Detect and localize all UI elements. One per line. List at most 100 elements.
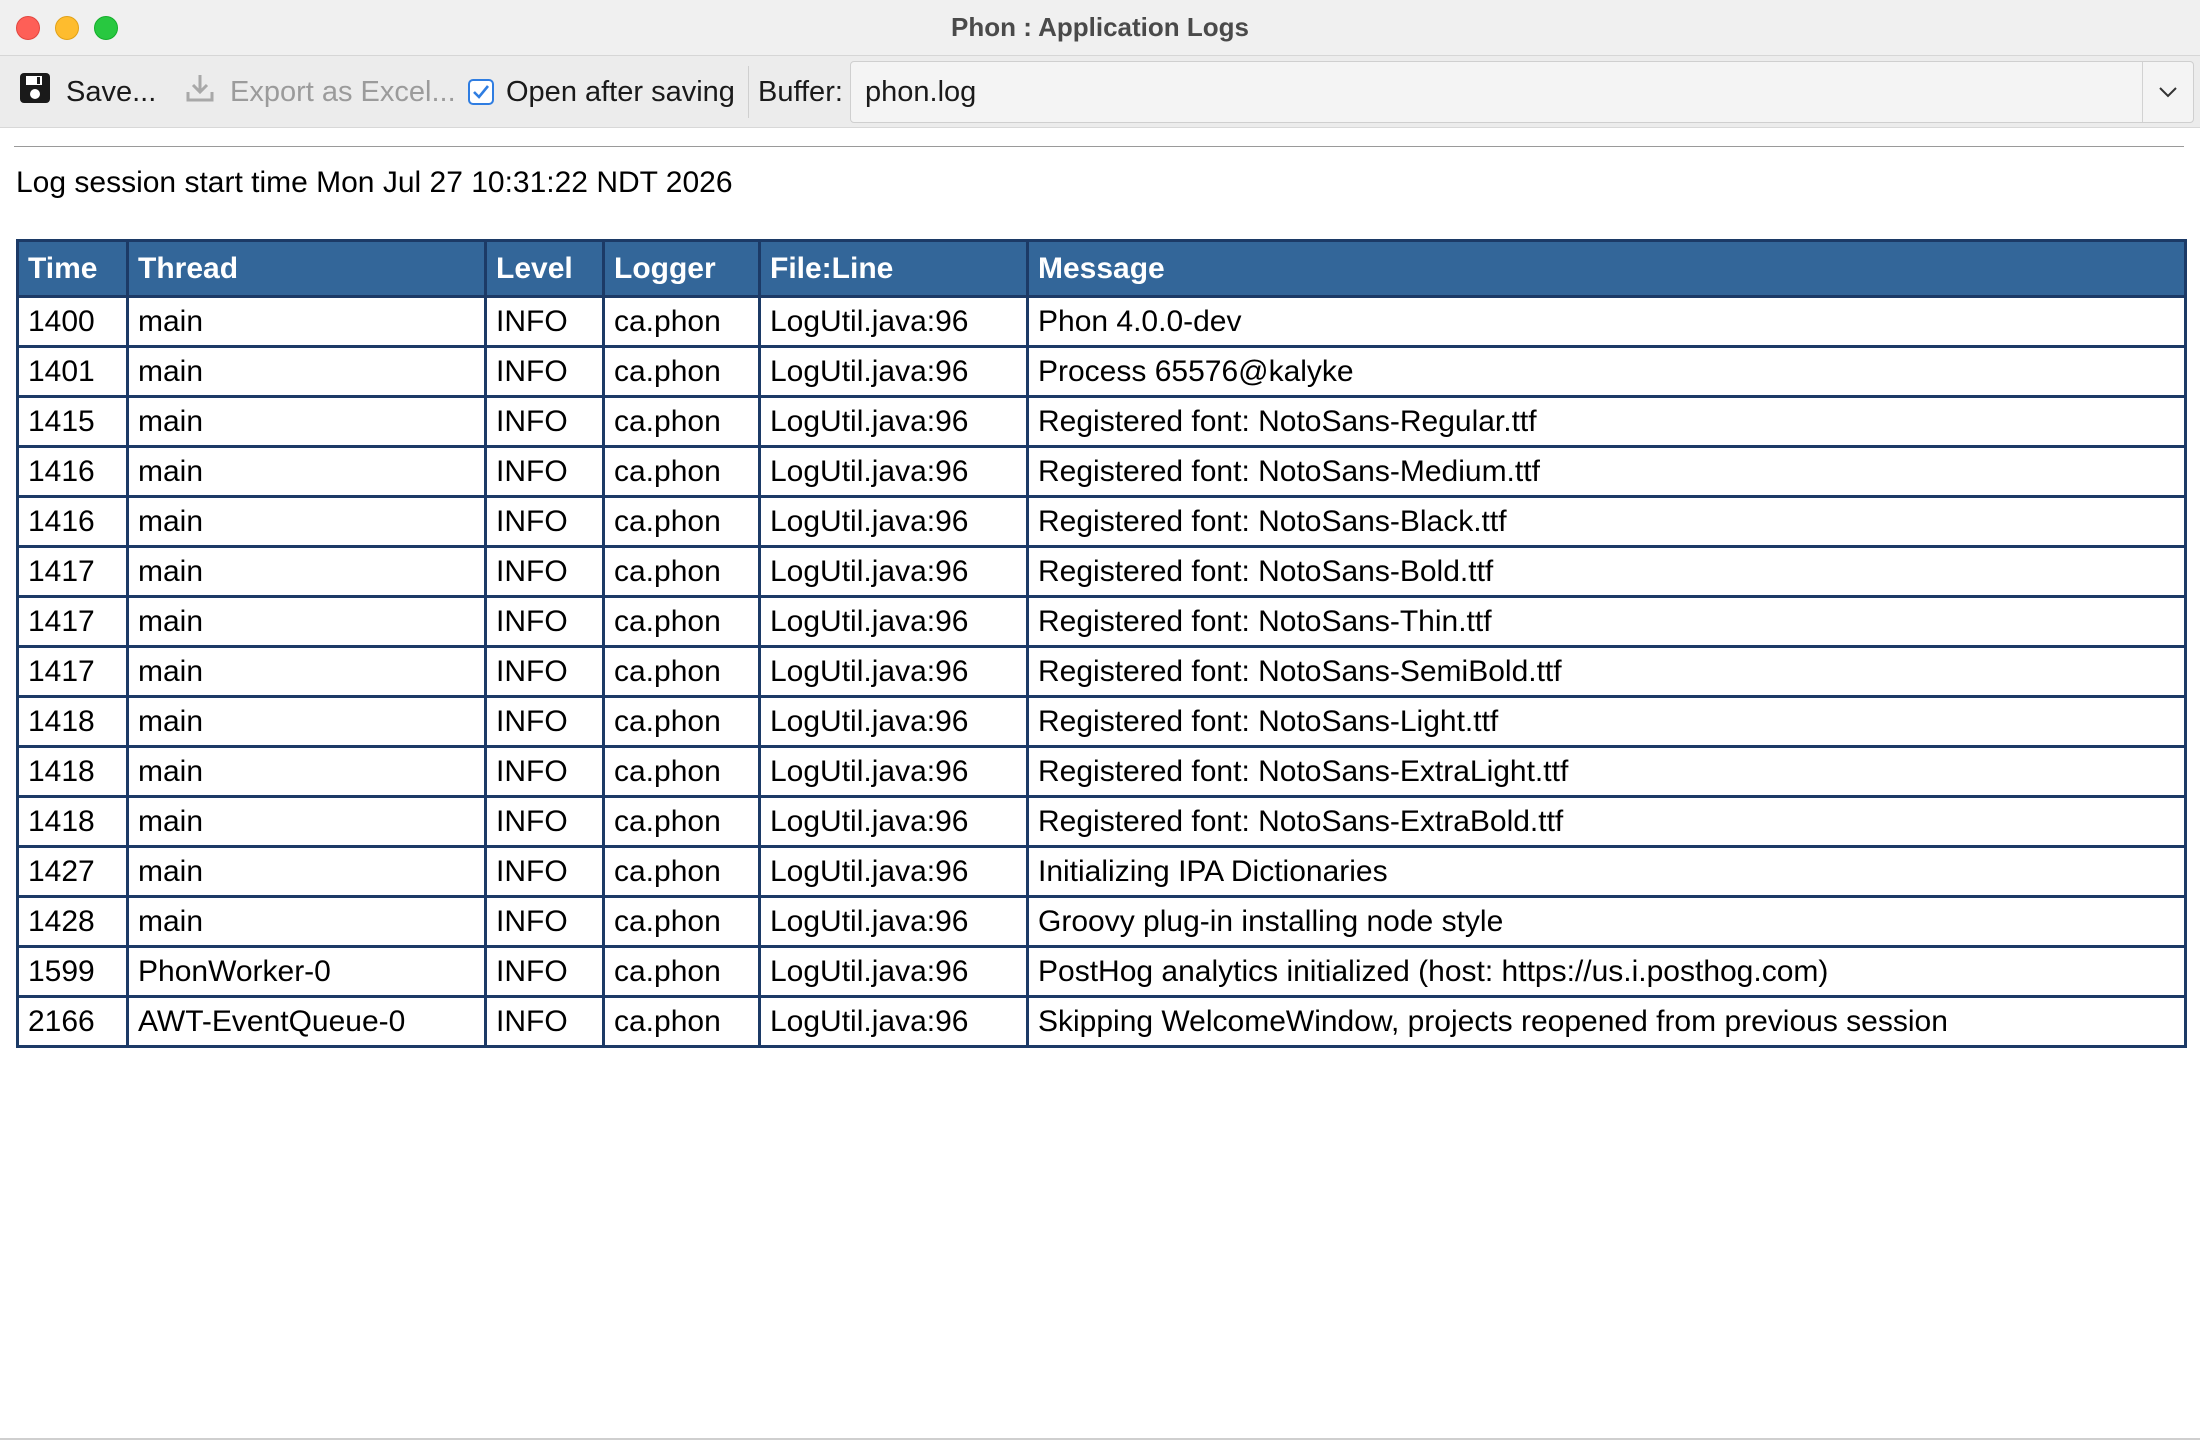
log-cell-time: 1599	[16, 945, 129, 998]
log-table-body: 1400 main INFO ca.phon LogUtil.java:96 Phon 4…	[16, 295, 2187, 1048]
log-cell-file-line: LogUtil.java:96	[758, 995, 1029, 1048]
toolbar-separator	[748, 66, 749, 118]
log-cell-message: PostHog analytics initialized (host: htt…	[1026, 945, 2187, 998]
log-cell-time: 2166	[16, 995, 129, 1048]
log-cell-logger: ca.phon	[602, 945, 761, 998]
buffer-select[interactable]: phon.log	[850, 61, 2194, 123]
window-title: Phon : Application Logs	[950, 12, 1249, 42]
log-cell-thread: main	[126, 645, 487, 698]
log-cell-thread: main	[126, 545, 487, 598]
log-cell-level: INFO	[484, 545, 605, 598]
log-cell-file-line: LogUtil.java:96	[758, 795, 1029, 848]
log-cell-thread: main	[126, 595, 487, 648]
log-cell-message: Registered font: NotoSans-Medium.ttf	[1026, 445, 2187, 498]
open-after-saving-label: Open after saving	[506, 75, 735, 108]
log-cell-time: 1400	[16, 295, 129, 348]
log-cell-level: INFO	[484, 995, 605, 1048]
log-cell-level: INFO	[484, 645, 605, 698]
log-cell-logger: ca.phon	[602, 595, 761, 648]
log-cell-level: INFO	[484, 495, 605, 548]
column-header-thread: Thread	[126, 239, 487, 298]
log-row[interactable]: 2166 AWT-EventQueue-0 INFO ca.phon LogUtil.j…	[16, 995, 2187, 1048]
column-header-logger: Logger	[602, 239, 761, 298]
log-cell-message: Phon 4.0.0-dev	[1026, 295, 2187, 348]
log-cell-level: INFO	[484, 595, 605, 648]
log-cell-thread: main	[126, 845, 487, 898]
log-cell-file-line: LogUtil.java:96	[758, 545, 1029, 598]
save-button-label: Save...	[66, 75, 157, 108]
open-after-saving-toggle[interactable]: Open after saving	[468, 56, 735, 128]
log-cell-logger: ca.phon	[602, 395, 761, 448]
log-row[interactable]: 1427 main INFO ca.phon LogUtil.java:96 Initia…	[16, 845, 2187, 898]
log-cell-time: 1416	[16, 445, 129, 498]
log-cell-file-line: LogUtil.java:96	[758, 395, 1029, 448]
log-cell-time: 1428	[16, 895, 129, 948]
log-cell-thread: main	[126, 745, 487, 798]
log-content: Log session start time Mon Jul 27 10:31:…	[0, 128, 2200, 1440]
log-cell-level: INFO	[484, 295, 605, 348]
log-cell-file-line: LogUtil.java:96	[758, 595, 1029, 648]
log-cell-time: 1417	[16, 595, 129, 648]
buffer-select-arrow[interactable]	[2142, 62, 2193, 122]
log-cell-file-line: LogUtil.java:96	[758, 895, 1029, 948]
buffer-select-value: phon.log	[865, 75, 977, 108]
log-row[interactable]: 1418 main INFO ca.phon LogUtil.java:96 Regist…	[16, 695, 2187, 748]
log-cell-message: Process 65576@kalyke	[1026, 345, 2187, 398]
log-cell-message: Groovy plug-in installing node style	[1026, 895, 2187, 948]
log-cell-logger: ca.phon	[602, 995, 761, 1048]
column-header-time: Time	[16, 239, 129, 298]
log-cell-message: Registered font: NotoSans-Thin.ttf	[1026, 595, 2187, 648]
app-window: Phon : Application Logs Save... Export a…	[0, 0, 2200, 1440]
log-table-header: Time Thread Level Logger File:Line Messa…	[16, 239, 2187, 298]
log-row[interactable]: 1417 main INFO ca.phon LogUtil.java:96 Regist…	[16, 545, 2187, 598]
log-cell-file-line: LogUtil.java:96	[758, 945, 1029, 998]
log-cell-time: 1416	[16, 495, 129, 548]
log-cell-time: 1427	[16, 845, 129, 898]
log-cell-message: Registered font: NotoSans-Bold.ttf	[1026, 545, 2187, 598]
log-row[interactable]: 1417 main INFO ca.phon LogUtil.java:96 Regist…	[16, 595, 2187, 648]
log-cell-logger: ca.phon	[602, 795, 761, 848]
log-table: Time Thread Level Logger File:Line Messa…	[16, 239, 2187, 1048]
log-cell-logger: ca.phon	[602, 745, 761, 798]
log-cell-level: INFO	[484, 695, 605, 748]
column-header-file-line: File:Line	[758, 239, 1029, 298]
log-cell-file-line: LogUtil.java:96	[758, 295, 1029, 348]
log-cell-logger: ca.phon	[602, 895, 761, 948]
log-row[interactable]: 1599 PhonWorker-0 INFO ca.phon LogUtil.java:…	[16, 945, 2187, 998]
log-row[interactable]: 1417 main INFO ca.phon LogUtil.java:96 Regist…	[16, 645, 2187, 698]
open-after-saving-checkbox[interactable]	[468, 79, 494, 105]
log-cell-logger: ca.phon	[602, 445, 761, 498]
log-row[interactable]: 1400 main INFO ca.phon LogUtil.java:96 Phon 4…	[16, 295, 2187, 348]
download-tray-icon	[184, 72, 216, 112]
log-cell-message: Registered font: NotoSans-ExtraLight.ttf	[1026, 745, 2187, 798]
toolbar: Save... Export as Excel... Open after sa…	[0, 56, 2200, 128]
log-cell-file-line: LogUtil.java:96	[758, 845, 1029, 898]
log-cell-thread: main	[126, 895, 487, 948]
log-row[interactable]: 1418 main INFO ca.phon LogUtil.java:96 Regist…	[16, 745, 2187, 798]
log-cell-thread: main	[126, 295, 487, 348]
save-button[interactable]: Save...	[18, 56, 156, 128]
log-row[interactable]: 1416 main INFO ca.phon LogUtil.java:96 Regist…	[16, 445, 2187, 498]
export-excel-button[interactable]: Export as Excel...	[184, 56, 456, 128]
log-cell-level: INFO	[484, 395, 605, 448]
log-row[interactable]: 1428 main INFO ca.phon LogUtil.java:96 Groovy…	[16, 895, 2187, 948]
log-cell-time: 1418	[16, 745, 129, 798]
log-row[interactable]: 1415 main INFO ca.phon LogUtil.java:96 Regist…	[16, 395, 2187, 448]
export-excel-label: Export as Excel...	[230, 75, 456, 108]
log-cell-thread: AWT-EventQueue-0	[126, 995, 487, 1048]
log-row[interactable]: 1416 main INFO ca.phon LogUtil.java:96 Regist…	[16, 495, 2187, 548]
log-cell-message: Registered font: NotoSans-ExtraBold.ttf	[1026, 795, 2187, 848]
column-header-level: Level	[484, 239, 605, 298]
log-cell-level: INFO	[484, 795, 605, 848]
log-row[interactable]: 1418 main INFO ca.phon LogUtil.java:96 Regist…	[16, 795, 2187, 848]
log-cell-time: 1415	[16, 395, 129, 448]
log-row[interactable]: 1401 main INFO ca.phon LogUtil.java:96 Proces…	[16, 345, 2187, 398]
log-cell-thread: main	[126, 495, 487, 548]
chevron-down-icon	[2159, 87, 2177, 98]
log-cell-time: 1417	[16, 645, 129, 698]
log-cell-message: Registered font: NotoSans-Regular.ttf	[1026, 395, 2187, 448]
log-cell-logger: ca.phon	[602, 495, 761, 548]
session-start-text: Log session start time Mon Jul 27 10:31:…	[16, 166, 733, 199]
checkmark-icon	[473, 85, 490, 99]
log-cell-time: 1417	[16, 545, 129, 598]
